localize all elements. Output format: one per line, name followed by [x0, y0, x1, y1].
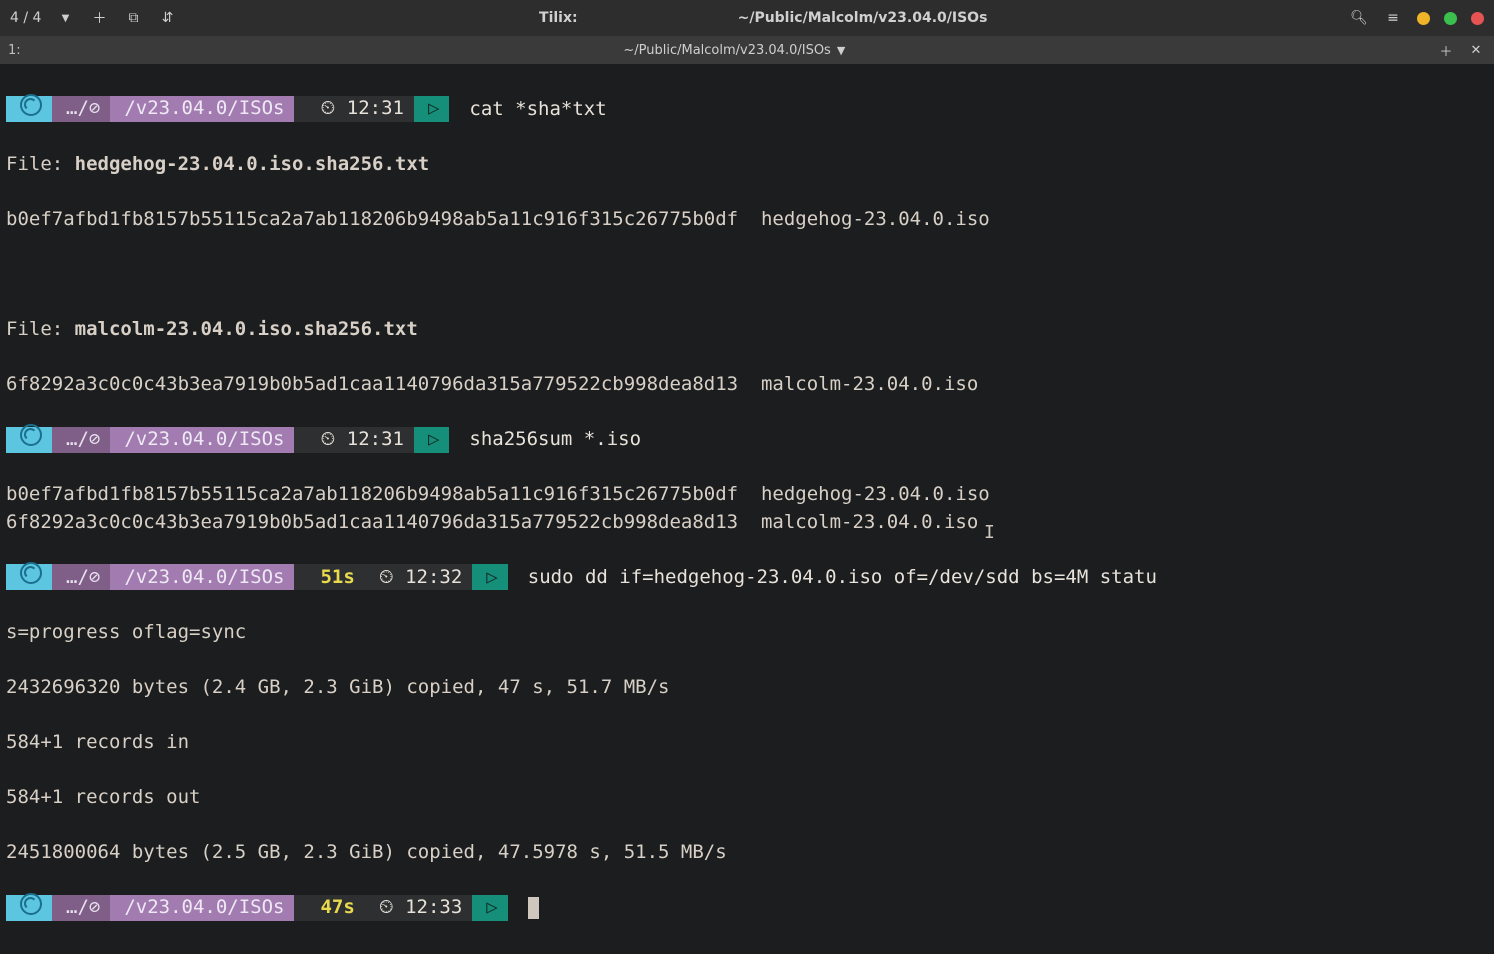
- app-title: Tilix:: [539, 10, 578, 26]
- minimize-button[interactable]: [1417, 12, 1430, 25]
- text-cursor-icon: 𝙸: [984, 522, 995, 543]
- clock-icon: ⏲: [320, 97, 335, 119]
- sync-panes-icon[interactable]: ⇵: [157, 10, 177, 26]
- play-icon: ▷: [428, 95, 439, 123]
- output-line: 6f8292a3c0c0c43b3ea7919b0b5ad1caa1140796…: [6, 371, 1488, 399]
- output-line: 584+1 records out: [6, 784, 1488, 812]
- output-line: b0ef7afbd1fb8157b55115ca2a7ab118206b9498…: [6, 481, 1488, 536]
- prompt-path-short: …/⊘: [66, 95, 100, 123]
- clock-icon: ⏲: [379, 566, 394, 588]
- add-tab-icon[interactable]: ＋: [89, 8, 109, 28]
- close-tab-icon[interactable]: ✕: [1466, 43, 1486, 58]
- dropdown-icon[interactable]: ▼: [55, 13, 75, 24]
- output-line: b0ef7afbd1fb8157b55115ca2a7ab118206b9498…: [6, 206, 1488, 234]
- cwd-title: ~/Public/Malcolm/v23.04.0/ISOs: [738, 10, 988, 26]
- play-icon: ▷: [486, 564, 497, 592]
- close-button[interactable]: [1471, 12, 1484, 25]
- prompt: …/⊘/v23.04.0/ISOs47s⏲ 12:33▷: [6, 895, 508, 921]
- terminal-viewport[interactable]: …/⊘ /v23.04.0/ISOs ⏲ 12:31 ▷ cat *sha*txt Fi…: [0, 64, 1494, 954]
- prompt-duration: 51s: [320, 564, 354, 592]
- output-line: File: malcolm-23.04.0.iso.sha256.txt: [6, 316, 1488, 344]
- prompt-path-tail: /v23.04.0/ISOs: [124, 95, 284, 123]
- prompt-time: 12:32: [405, 566, 462, 588]
- pane-index[interactable]: 4 / 4: [10, 10, 41, 26]
- swirl-icon: [20, 562, 42, 584]
- play-icon: ▷: [428, 426, 439, 454]
- clock-icon: ⏲: [320, 428, 335, 450]
- prompt: …/⊘ /v23.04.0/ISOs ⏲ 12:31 ▷: [6, 96, 449, 122]
- output-line: File: hedgehog-23.04.0.iso.sha256.txt: [6, 151, 1488, 179]
- output-line: 2432696320 bytes (2.4 GB, 2.3 GiB) copie…: [6, 674, 1488, 702]
- block-cursor: [528, 897, 539, 919]
- tab-number: 1:: [8, 43, 21, 58]
- swirl-icon: [20, 893, 42, 915]
- command-text: sha256sum *.iso: [469, 428, 641, 450]
- swirl-icon: [20, 424, 42, 446]
- search-icon[interactable]: 🔍︎: [1349, 10, 1369, 26]
- prompt-time: 12:31: [347, 97, 404, 119]
- clock-icon: ⏲: [379, 896, 394, 918]
- output-line: 584+1 records in: [6, 729, 1488, 757]
- prompt: …/⊘/v23.04.0/ISOs51s⏲ 12:32▷: [6, 564, 508, 590]
- output-line: 2451800064 bytes (2.5 GB, 2.3 GiB) copie…: [6, 839, 1488, 867]
- window-titlebar: 4 / 4 ▼ ＋ ⧉ ⇵ Tilix: ~/Public/Malcolm/v2…: [0, 0, 1494, 36]
- maximize-button[interactable]: [1444, 12, 1457, 25]
- chevron-down-icon[interactable]: ▼: [837, 44, 845, 57]
- output-line: s=progress oflag=sync: [6, 619, 1488, 647]
- play-icon: ▷: [486, 894, 497, 922]
- prompt: …/⊘/v23.04.0/ISOs⏲ 12:31▷: [6, 427, 449, 453]
- tab-bar: 1: ~/Public/Malcolm/v23.04.0/ISOs▼ ＋ ✕: [0, 36, 1494, 64]
- new-window-icon[interactable]: ⧉: [123, 10, 143, 26]
- command-text: sudo dd if=hedgehog-23.04.0.iso of=/dev/…: [528, 566, 1157, 588]
- prompt-duration: 47s: [320, 894, 354, 922]
- hamburger-icon[interactable]: ≡: [1383, 10, 1403, 26]
- prompt-time: 12:31: [347, 428, 404, 450]
- swirl-icon: [20, 94, 42, 116]
- add-pane-icon[interactable]: ＋: [1436, 41, 1456, 60]
- command-text: cat *sha*txt: [469, 98, 606, 120]
- prompt-time: 12:33: [405, 896, 462, 918]
- tab-title[interactable]: ~/Public/Malcolm/v23.04.0/ISOs▼: [33, 43, 1436, 58]
